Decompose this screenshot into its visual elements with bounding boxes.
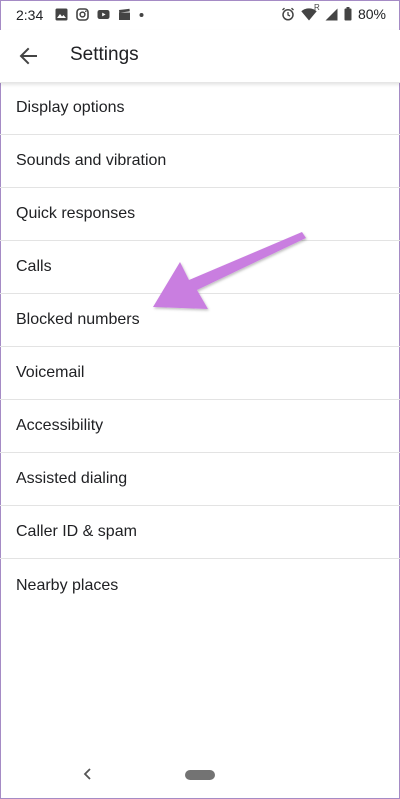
settings-item-blocked-numbers[interactable]: Blocked numbers [0,294,400,347]
settings-item-assisted-dialing[interactable]: Assisted dialing [0,453,400,506]
clapper-icon [119,8,130,20]
settings-item-label: Accessibility [16,417,104,434]
back-button[interactable] [14,42,42,70]
settings-item-label: Sounds and vibration [16,152,167,169]
dot-icon [139,13,144,17]
settings-item-label: Caller ID & spam [16,523,137,540]
system-icons: R 80% [281,3,386,22]
settings-item-label: Display options [16,99,125,116]
settings-item-nearby-places[interactable]: Nearby places [0,559,400,612]
battery-percent: 80% [357,6,386,22]
settings-list: Display options Sounds and vibration Qui… [0,82,400,612]
settings-item-accessibility[interactable]: Accessibility [0,400,400,453]
navigation-bar [0,752,400,797]
page-title: Settings [70,44,139,65]
settings-item-label: Blocked numbers [16,311,140,328]
settings-item-voicemail[interactable]: Voicemail [0,347,400,400]
app-bar: Settings [0,30,400,83]
battery-icon [344,7,352,21]
image-icon [55,8,68,21]
settings-item-label: Quick responses [16,205,136,222]
settings-item-label: Calls [16,258,52,275]
arrow-left-icon [19,47,37,65]
status-time: 2:34 [16,7,44,23]
home-pill-icon[interactable] [185,770,215,780]
roaming-label: R [313,3,320,12]
status-bar: 2:34 R 80% [0,0,400,30]
settings-item-quick-responses[interactable]: Quick responses [0,188,400,241]
settings-item-label: Assisted dialing [16,470,128,487]
notification-icons [55,8,144,21]
settings-item-calls[interactable]: Calls [0,241,400,294]
settings-item-label: Nearby places [16,576,119,594]
settings-item-label: Voicemail [16,364,85,381]
settings-item-caller-id-and-spam[interactable]: Caller ID & spam [0,506,400,559]
settings-item-sounds-and-vibration[interactable]: Sounds and vibration [0,135,400,188]
signal-icon [325,8,338,20]
chevron-left-icon[interactable] [79,764,97,784]
youtube-icon [97,10,110,19]
alarm-icon [282,7,294,21]
instagram-icon [76,8,89,21]
settings-item-display-options[interactable]: Display options [0,82,400,135]
